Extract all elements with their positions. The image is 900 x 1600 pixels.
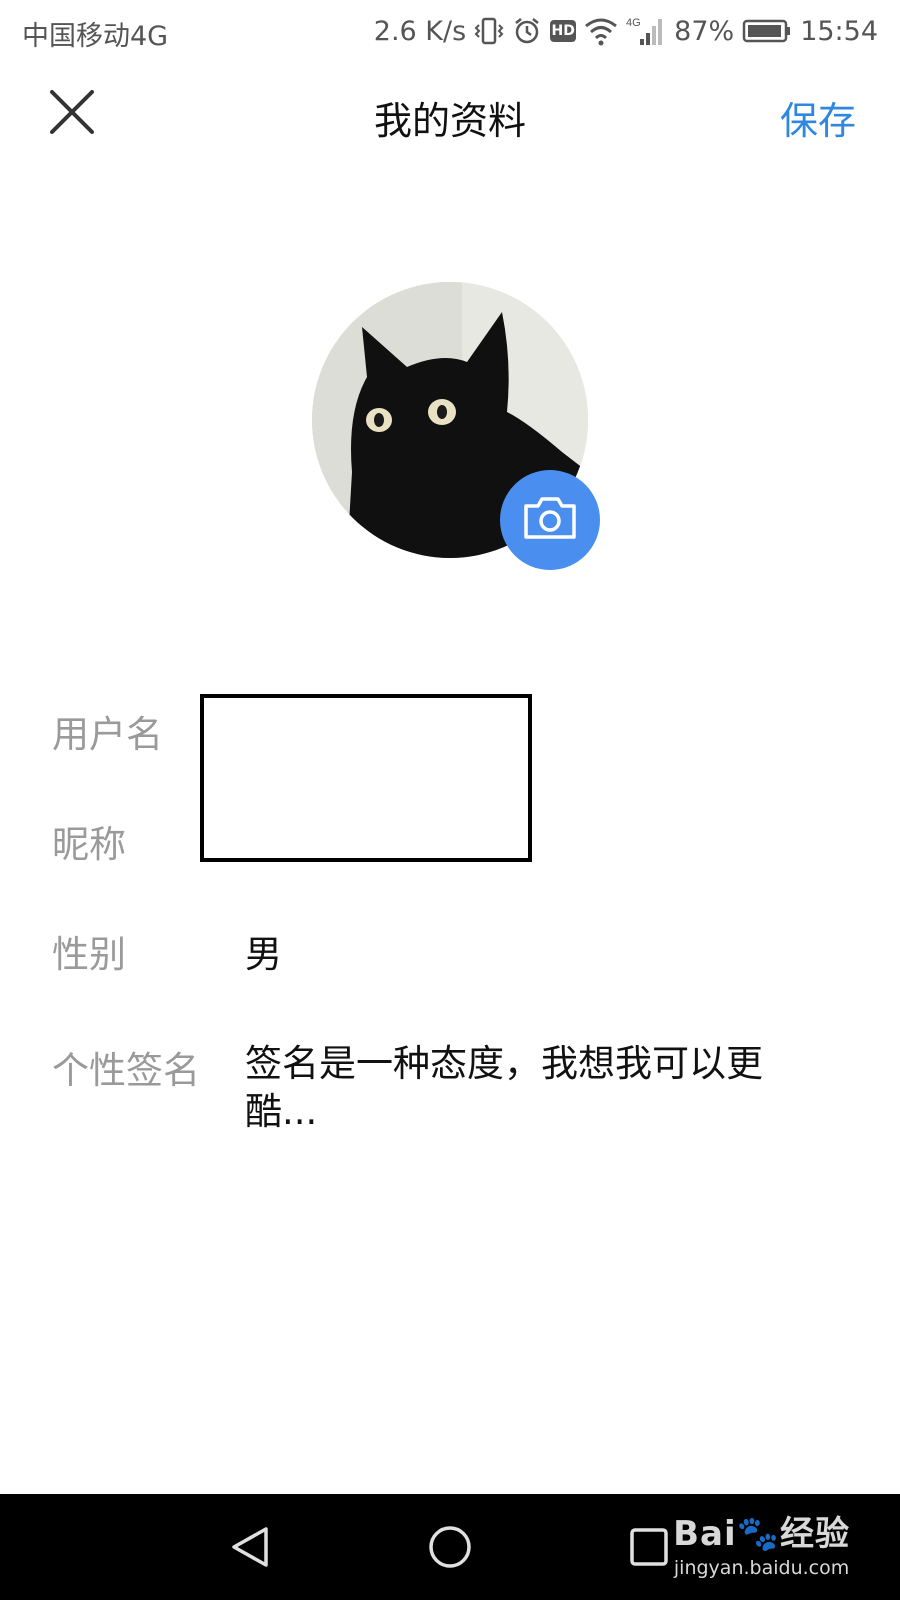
wifi-icon <box>584 16 618 46</box>
home-circle-icon <box>425 1526 475 1576</box>
status-bar: 中国移动4G 2.6 K/s HD 4G 87% 15:54 <box>0 0 900 62</box>
nav-recents-button[interactable] <box>624 1522 674 1572</box>
recents-square-icon <box>624 1528 674 1576</box>
watermark-logo: Bai🐾经验 <box>673 1514 850 1554</box>
battery-percent: 87% <box>674 15 735 47</box>
signal-icon: 4G <box>626 15 666 47</box>
close-button[interactable] <box>40 80 104 144</box>
watermark-url: jingyan.baidu.com <box>673 1557 850 1579</box>
back-triangle-icon <box>226 1527 276 1576</box>
baidu-jingyan-watermark: Bai🐾经验 jingyan.baidu.com <box>673 1506 850 1579</box>
battery-icon <box>742 18 792 44</box>
title-bar: 我的资料 保存 <box>0 62 900 172</box>
status-time: 15:54 <box>800 15 878 47</box>
signature-value[interactable]: 签名是一种态度，我想我可以更酷... <box>245 1040 815 1136</box>
nav-back-button[interactable] <box>226 1522 276 1572</box>
save-button[interactable]: 保存 <box>780 90 856 145</box>
nickname-label: 昵称 <box>52 823 126 866</box>
camera-icon <box>520 494 580 546</box>
status-speed: 2.6 K/s <box>373 15 467 47</box>
status-icons: 2.6 K/s HD 4G 87% 15:54 <box>374 14 878 48</box>
nav-home-button[interactable] <box>425 1522 475 1572</box>
hd-icon: HD <box>550 20 577 42</box>
change-avatar-button[interactable] <box>500 470 600 570</box>
gender-value[interactable]: 男 <box>245 924 282 978</box>
redaction-box <box>200 694 532 862</box>
vibrate-icon <box>474 16 504 46</box>
avatar-section <box>312 282 600 570</box>
gender-label: 性别 <box>52 933 126 976</box>
page-title: 我的资料 <box>373 99 526 143</box>
alarm-icon <box>512 16 542 46</box>
status-carrier: 中国移动4G <box>22 21 169 52</box>
signature-label: 个性签名 <box>52 1049 200 1092</box>
close-icon <box>40 90 104 148</box>
nav-bar: Bai🐾经验 jingyan.baidu.com <box>0 1494 900 1600</box>
network-type-text: 4G <box>626 17 641 29</box>
username-label: 用户名 <box>52 713 163 756</box>
